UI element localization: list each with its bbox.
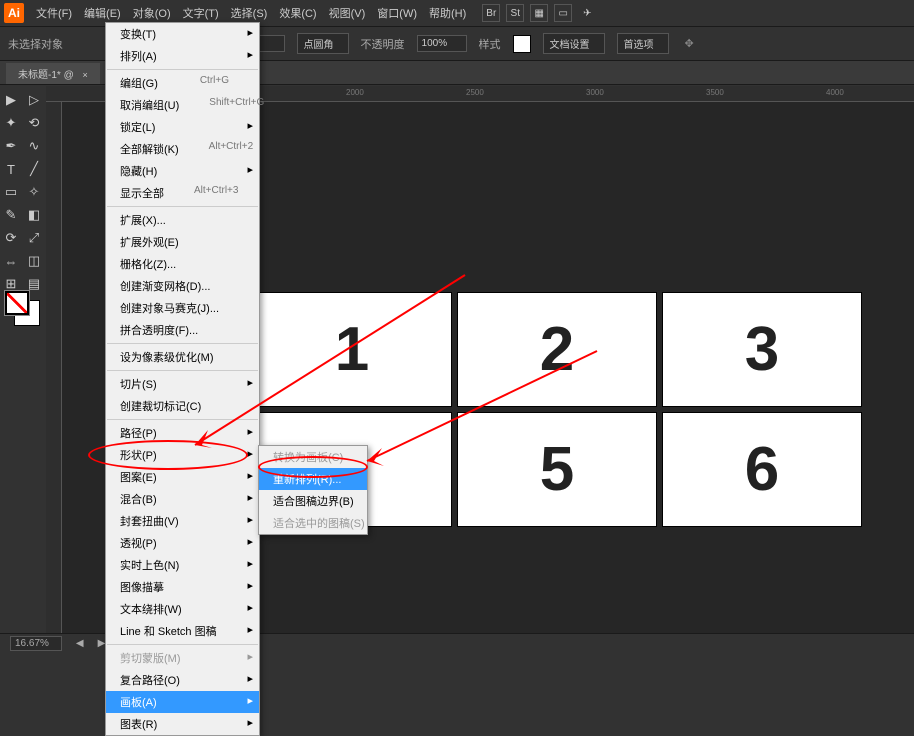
- brush-tool[interactable]: ✎: [0, 204, 22, 226]
- artboard-5[interactable]: 5: [457, 412, 657, 527]
- rotate-tool[interactable]: ⟳: [0, 227, 22, 249]
- menu-pixel-perfect[interactable]: 设为像素级优化(M): [106, 346, 259, 368]
- width-tool[interactable]: ⇔: [0, 250, 22, 272]
- menu-flatten[interactable]: 拼合透明度(F)...: [106, 319, 259, 341]
- menu-envelope[interactable]: 封套扭曲(V)▸: [106, 510, 259, 532]
- selection-tool[interactable]: ▶: [0, 89, 22, 111]
- menubar-extras: Br St ▦ ▭ ✈: [482, 4, 596, 22]
- artboard-6[interactable]: 6: [662, 412, 862, 527]
- direct-select-tool[interactable]: ▷: [23, 89, 45, 111]
- opacity-label: 不透明度: [361, 36, 405, 52]
- artboard-2[interactable]: 2: [457, 292, 657, 407]
- menu-select[interactable]: 选择(S): [225, 5, 274, 21]
- menu-object[interactable]: 对象(O): [127, 5, 177, 21]
- ruler-vertical: [46, 102, 62, 633]
- toolbox-right: ▷ ⟲ ∿ ╱ ✧ ◧ ⤢ ◫ ▤ ⧉: [23, 87, 46, 318]
- artboards-submenu: 转换为画板(C) 重新排列(R)... 适合图稿边界(B) 适合选中的图稿(S): [258, 445, 368, 535]
- menu-trim-marks[interactable]: 创建裁切标记(C): [106, 395, 259, 417]
- style-label: 样式: [479, 36, 501, 52]
- curvature-tool[interactable]: ∿: [23, 135, 45, 157]
- menu-window[interactable]: 窗口(W): [371, 5, 423, 21]
- nav-prev-icon[interactable]: ◀: [76, 638, 84, 649]
- rect-tool[interactable]: ▭: [0, 181, 22, 203]
- pen-tool[interactable]: ✒: [0, 135, 22, 157]
- menu-arrange[interactable]: 排列(A)▸: [106, 45, 259, 67]
- menu-gradient-mesh[interactable]: 创建渐变网格(D)...: [106, 275, 259, 297]
- style-swatch[interactable]: [513, 35, 531, 53]
- menu-perspective[interactable]: 透视(P)▸: [106, 532, 259, 554]
- menu-rasterize[interactable]: 栅格化(Z)...: [106, 253, 259, 275]
- selection-label: 未选择对象: [8, 36, 63, 52]
- submenu-rearrange[interactable]: 重新排列(R)...: [259, 468, 367, 490]
- submenu-fit-selected[interactable]: 适合选中的图稿(S): [259, 512, 367, 534]
- corner-type[interactable]: 点圆角: [297, 33, 349, 54]
- type-tool[interactable]: T: [0, 158, 22, 180]
- document-tab[interactable]: 未标题-1* @ ×: [6, 63, 100, 84]
- artboard-3[interactable]: 3: [662, 292, 862, 407]
- submenu-fit-bounds[interactable]: 适合图稿边界(B): [259, 490, 367, 512]
- menu-clipping-mask[interactable]: 剪切蒙版(M)▸: [106, 647, 259, 669]
- menu-group[interactable]: 编组(G)Ctrl+G: [106, 72, 259, 94]
- menu-transform[interactable]: 变换(T)▸: [106, 23, 259, 45]
- app-icon: Ai: [4, 3, 24, 23]
- eraser-tool[interactable]: ◧: [23, 204, 45, 226]
- menu-effect[interactable]: 效果(C): [273, 5, 322, 21]
- menu-lock[interactable]: 锁定(L)▸: [106, 116, 259, 138]
- menu-slice[interactable]: 切片(S)▸: [106, 373, 259, 395]
- menu-image-trace[interactable]: 图像描摹▸: [106, 576, 259, 598]
- prefs-button[interactable]: 首选项: [617, 33, 669, 54]
- menu-unlock-all[interactable]: 全部解锁(K)Alt+Ctrl+2: [106, 138, 259, 160]
- menu-live-paint[interactable]: 实时上色(N)▸: [106, 554, 259, 576]
- grid-icon[interactable]: ▦: [530, 4, 548, 22]
- menu-hide[interactable]: 隐藏(H)▸: [106, 160, 259, 182]
- menu-text-wrap[interactable]: 文本绕排(W)▸: [106, 598, 259, 620]
- menu-view[interactable]: 视图(V): [323, 5, 372, 21]
- submenu-convert[interactable]: 转换为画板(C): [259, 446, 367, 468]
- lasso-tool[interactable]: ⟲: [23, 112, 45, 134]
- menu-graph[interactable]: 图表(R)▸: [106, 713, 259, 735]
- menu-path[interactable]: 路径(P)▸: [106, 422, 259, 444]
- free-transform-tool[interactable]: ◫: [23, 250, 45, 272]
- shaper-tool[interactable]: ✧: [23, 181, 45, 203]
- menu-object-mosaic[interactable]: 创建对象马赛克(J)...: [106, 297, 259, 319]
- menu-pattern[interactable]: 图案(E)▸: [106, 466, 259, 488]
- menu-ungroup[interactable]: 取消编组(U)Shift+Ctrl+G: [106, 94, 259, 116]
- menu-show-all[interactable]: 显示全部Alt+Ctrl+3: [106, 182, 259, 204]
- object-menu: 变换(T)▸ 排列(A)▸ 编组(G)Ctrl+G 取消编组(U)Shift+C…: [105, 22, 260, 736]
- menu-blend[interactable]: 混合(B)▸: [106, 488, 259, 510]
- bridge-icon[interactable]: Br: [482, 4, 500, 22]
- menu-compound-path[interactable]: 复合路径(O)▸: [106, 669, 259, 691]
- menu-expand-appearance[interactable]: 扩展外观(E): [106, 231, 259, 253]
- line-tool[interactable]: ╱: [23, 158, 45, 180]
- fill-swatch[interactable]: [4, 290, 30, 316]
- tab-title: 未标题-1*: [18, 70, 61, 81]
- menu-help[interactable]: 帮助(H): [423, 5, 472, 21]
- opacity-value[interactable]: 100%: [417, 35, 467, 52]
- menu-expand[interactable]: 扩展(X)...: [106, 209, 259, 231]
- artboard-1[interactable]: 1: [252, 292, 452, 407]
- scale-tool[interactable]: ⤢: [23, 227, 45, 249]
- arrange-icon[interactable]: ▭: [554, 4, 572, 22]
- tab-close-icon[interactable]: ×: [83, 70, 88, 80]
- stock-icon[interactable]: St: [506, 4, 524, 22]
- color-swatches[interactable]: [4, 290, 42, 328]
- menu-line-sketch[interactable]: Line 和 Sketch 图稿▸: [106, 620, 259, 642]
- menu-shape[interactable]: 形状(P)▸: [106, 444, 259, 466]
- doc-setup-button[interactable]: 文档设置: [543, 33, 605, 54]
- menu-file[interactable]: 文件(F): [30, 5, 78, 21]
- send-icon[interactable]: ✈: [578, 4, 596, 22]
- zoom-level[interactable]: 16.67%: [10, 636, 62, 651]
- menu-edit[interactable]: 编辑(E): [78, 5, 127, 21]
- menu-type[interactable]: 文字(T): [177, 5, 225, 21]
- toolbox-left: ▶ ✦ ✒ T ▭ ✎ ⟳ ⇔ ⊞ 💧: [0, 87, 23, 318]
- menu-artboards[interactable]: 画板(A)▸: [106, 691, 259, 713]
- magic-wand-tool[interactable]: ✦: [0, 112, 22, 134]
